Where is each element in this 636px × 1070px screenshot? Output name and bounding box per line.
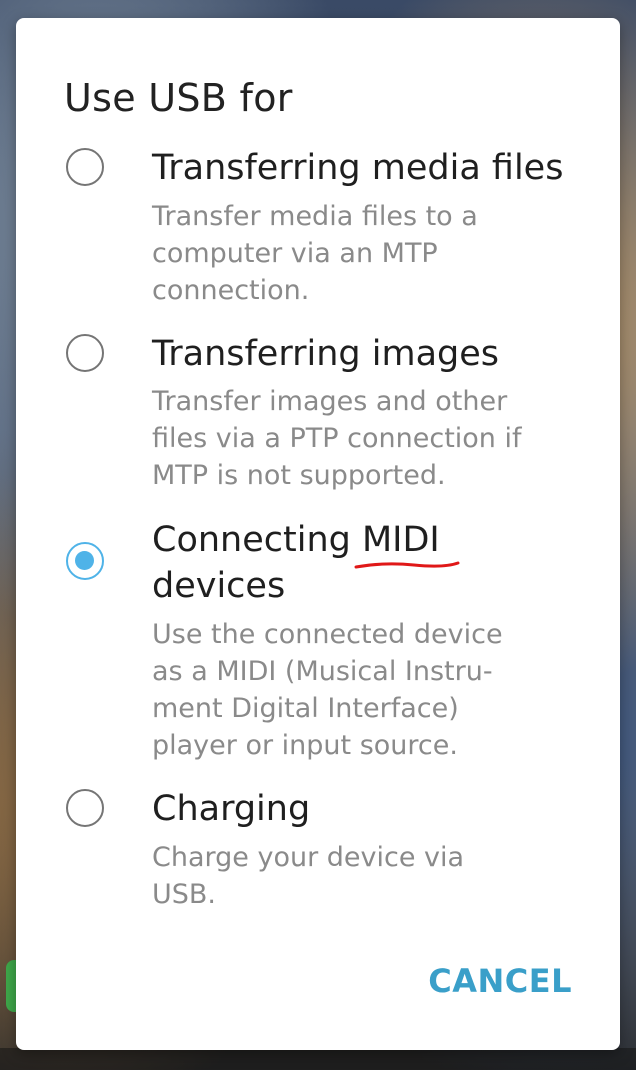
option-description: Charge your device via USB. xyxy=(152,842,465,910)
dock-strip xyxy=(0,1048,636,1070)
option-description: Transfer images and other files via a PT… xyxy=(152,386,522,491)
radio-unchecked-icon[interactable] xyxy=(66,789,104,827)
dialog-title: Use USB for xyxy=(64,76,293,120)
option-description: Use the connected device as a MIDI (Musi… xyxy=(152,619,503,761)
usb-mode-dialog: Use USB for Transferring media files Tra… xyxy=(16,18,620,1050)
radio-checked-icon[interactable] xyxy=(66,542,104,580)
option-title: Transferring images xyxy=(152,334,500,374)
annotation-underline xyxy=(354,561,460,569)
radio-unchecked-icon[interactable] xyxy=(66,334,104,372)
option-description: Transfer media files to a computer via a… xyxy=(152,201,478,306)
cancel-button[interactable]: CANCEL xyxy=(428,962,572,1000)
radio-unchecked-icon[interactable] xyxy=(66,148,104,186)
option-title: Transferring media files xyxy=(152,148,564,188)
option-title: Charging xyxy=(152,789,311,829)
